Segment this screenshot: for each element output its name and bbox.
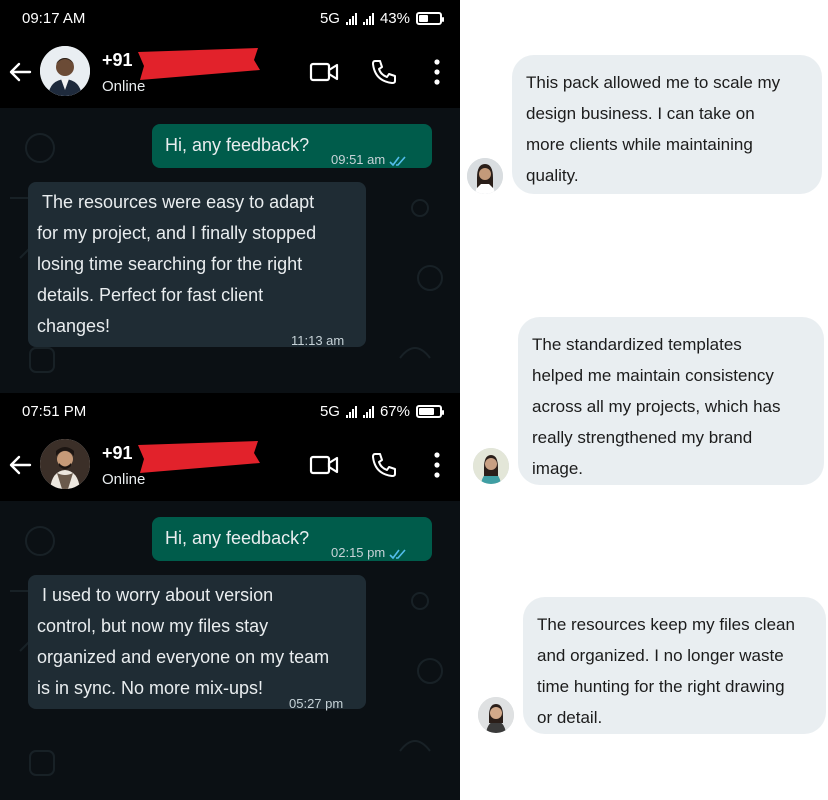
signal-icon [345, 405, 357, 418]
avatar[interactable] [40, 46, 90, 96]
battery-percent: 67% [379, 403, 410, 420]
outgoing-message[interactable]: Hi, any feedback? 02:15 pm [152, 517, 432, 561]
signal-icon [362, 12, 374, 25]
signal-icon [362, 405, 374, 418]
chat-screenshot-2: 07:51 PM 5G 67% +91 Online Hi, any feedb… [0, 393, 460, 800]
message-time: 02:15 pm [331, 537, 409, 568]
message-text: The resources were easy to adapt for my … [37, 192, 317, 336]
status-indicators: 5G 67% [319, 403, 444, 420]
review-text: The resources keep my files clean and or… [537, 615, 795, 727]
status-bar: 09:17 AM 5G 43% [0, 0, 460, 36]
reviewer-avatar [467, 158, 503, 194]
review-text: This pack allowed me to scale my design … [526, 73, 781, 185]
reviewer-avatar [473, 448, 509, 484]
status-time: 09:17 AM [22, 10, 86, 27]
avatar[interactable] [40, 439, 90, 489]
contact-number: +91 [102, 50, 133, 70]
phone-icon[interactable] [368, 56, 400, 88]
contact-status: Online [102, 78, 146, 95]
message-time: 05:27 pm [289, 696, 344, 711]
message-time-text: 09:51 am [331, 152, 386, 167]
chat-header: +91 Online [0, 429, 460, 501]
battery-percent: 43% [379, 10, 410, 27]
back-arrow-icon[interactable] [6, 451, 34, 479]
contact-status: Online [102, 471, 146, 488]
video-call-icon[interactable] [308, 56, 340, 88]
chat-screenshot-1: 09:17 AM 5G 43% +91 Online Hi, any feedb… [0, 0, 460, 393]
signal-icon [345, 12, 357, 25]
review-text: The standardized templates helped me mai… [532, 335, 781, 478]
battery-icon [416, 405, 444, 418]
more-vert-icon[interactable] [421, 449, 453, 481]
battery-icon [416, 12, 444, 25]
message-time-text: 02:15 pm [331, 545, 386, 560]
video-call-icon[interactable] [308, 449, 340, 481]
read-receipt-icon [389, 549, 406, 559]
network-label: 5G [319, 10, 340, 27]
outgoing-message[interactable]: Hi, any feedback? 09:51 am [152, 124, 432, 168]
status-bar: 07:51 PM 5G 67% [0, 393, 460, 429]
message-time: 09:51 am [331, 144, 409, 175]
read-receipt-icon [389, 156, 406, 166]
network-label: 5G [319, 403, 340, 420]
review-bubble: This pack allowed me to scale my design … [512, 55, 822, 194]
message-text: I used to worry about version control, b… [37, 585, 330, 698]
review-bubble: The resources keep my files clean and or… [523, 597, 826, 734]
more-vert-icon[interactable] [421, 56, 453, 88]
message-text: Hi, any feedback? [165, 528, 310, 548]
status-indicators: 5G 43% [319, 10, 444, 27]
message-text: Hi, any feedback? [165, 135, 310, 155]
contact-number: +91 [102, 443, 133, 463]
redaction-mark [138, 48, 260, 80]
incoming-message[interactable]: The resources were easy to adapt for my … [28, 182, 366, 348]
redaction-mark [138, 441, 260, 473]
testimonial-collage: 09:17 AM 5G 43% +91 Online Hi, any feedb… [0, 0, 828, 800]
incoming-message[interactable]: I used to worry about version control, b… [28, 575, 366, 711]
review-bubble: The standardized templates helped me mai… [518, 317, 824, 485]
phone-icon[interactable] [368, 449, 400, 481]
reviewer-avatar [478, 697, 514, 733]
message-time: 11:13 am [291, 333, 345, 348]
chat-header: +91 Online [0, 36, 460, 108]
back-arrow-icon[interactable] [6, 58, 34, 86]
status-time: 07:51 PM [22, 403, 87, 420]
